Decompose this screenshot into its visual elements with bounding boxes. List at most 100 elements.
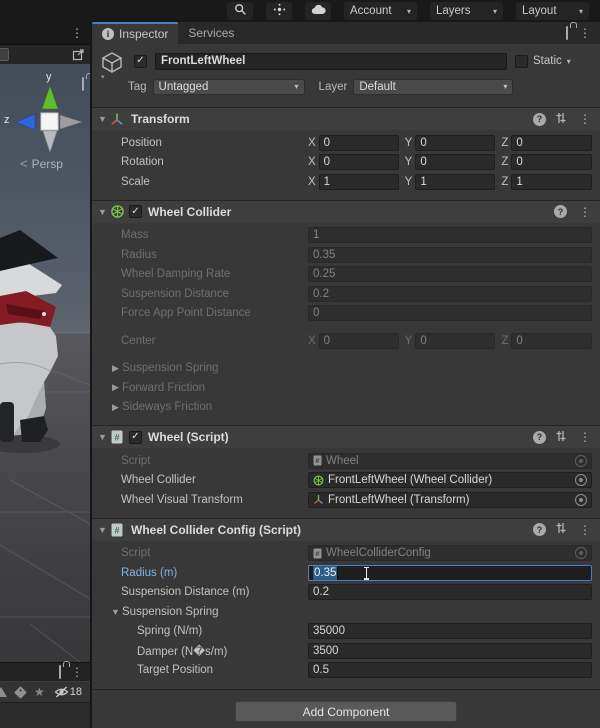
object-picker-icon[interactable] bbox=[575, 474, 587, 487]
tag-dropdown[interactable]: Untagged ▾ bbox=[152, 78, 305, 95]
kebab-menu-icon[interactable]: ⋮ bbox=[68, 666, 86, 678]
help-icon[interactable]: ? bbox=[533, 523, 546, 536]
damper-label: Damper (N�s/m) bbox=[137, 645, 228, 658]
rotation-z-field[interactable]: 0 bbox=[511, 154, 593, 171]
wheel-collider-object-field[interactable]: FrontLeftWheel (Wheel Collider) bbox=[308, 472, 592, 489]
center-z-value: 0 bbox=[516, 334, 523, 347]
kebab-menu-icon[interactable]: ⋮ bbox=[68, 27, 86, 39]
cloud-icon bbox=[311, 4, 326, 18]
persp-label: Persp bbox=[31, 156, 63, 171]
mass-label: Mass bbox=[121, 229, 149, 242]
scale-z-field[interactable]: 1 bbox=[511, 173, 593, 190]
script-object-field: # Wheel bbox=[308, 452, 592, 469]
gameobject-cube-icon[interactable]: ▾ bbox=[100, 50, 126, 81]
script-icon: # bbox=[109, 522, 125, 538]
suspension-distance-value: 0.2 bbox=[313, 287, 329, 300]
position-z-field[interactable]: 0 bbox=[511, 134, 593, 151]
y-axis-label[interactable]: y bbox=[46, 71, 52, 83]
presets-icon[interactable] bbox=[555, 430, 567, 445]
maximize-icon[interactable] bbox=[72, 48, 85, 64]
scene-orientation-gizmo[interactable]: y z bbox=[4, 71, 88, 158]
foldout-open-icon[interactable]: ▼ bbox=[96, 207, 109, 217]
config-suspension-field[interactable]: 0.2 bbox=[308, 584, 592, 601]
spring-field[interactable]: 35000 bbox=[308, 623, 592, 640]
help-icon[interactable]: ? bbox=[533, 112, 546, 126]
chevron-down-icon: ▾ bbox=[492, 6, 497, 16]
help-icon[interactable]: ? bbox=[533, 430, 546, 444]
account-dropdown[interactable]: Account ▾ bbox=[344, 2, 417, 20]
lock-icon[interactable] bbox=[59, 665, 61, 679]
scene-viewport[interactable]: y z < Persp bbox=[0, 64, 90, 662]
target-position-field[interactable]: 0.5 bbox=[308, 662, 592, 679]
help-icon[interactable]: ? bbox=[554, 205, 567, 218]
wheel-collider-header[interactable]: ▼ ✓ Wheel Collider ? ⋮ bbox=[92, 200, 600, 223]
ai-assistant-button[interactable] bbox=[266, 2, 292, 20]
object-picker-icon[interactable] bbox=[575, 493, 587, 506]
search-button[interactable] bbox=[227, 2, 253, 20]
script-icon: # bbox=[313, 455, 322, 466]
inspector-tab-label: Inspector bbox=[119, 27, 169, 41]
rotation-z-value: 0 bbox=[516, 156, 523, 169]
damper-field[interactable]: 3500 bbox=[308, 642, 592, 659]
gameobject-active-checkbox[interactable]: ✓ bbox=[134, 54, 147, 68]
forward-friction-foldout[interactable]: ▶ Forward Friction bbox=[92, 378, 600, 398]
position-x-field[interactable]: 0 bbox=[318, 134, 399, 151]
wheel-collider-icon bbox=[109, 204, 125, 220]
foldout-open-icon[interactable]: ▼ bbox=[96, 525, 109, 535]
damper-value: 3500 bbox=[313, 644, 339, 657]
rotation-y-field[interactable]: 0 bbox=[415, 154, 496, 171]
config-spring-foldout[interactable]: ▼ Suspension Spring bbox=[92, 602, 600, 622]
kebab-menu-icon[interactable]: ⋮ bbox=[576, 524, 594, 536]
rotation-x-field[interactable]: 0 bbox=[318, 154, 399, 171]
layer-dropdown[interactable]: Default ▾ bbox=[353, 78, 514, 95]
wheel-collider-enabled-checkbox[interactable]: ✓ bbox=[129, 205, 142, 218]
center-y-field: 0 bbox=[415, 332, 496, 349]
scale-y-field[interactable]: 1 bbox=[415, 173, 496, 190]
add-component-button[interactable]: Add Component bbox=[235, 701, 457, 722]
kebab-menu-icon[interactable]: ⋮ bbox=[576, 27, 594, 39]
layout-dropdown[interactable]: Layout ▾ bbox=[516, 2, 589, 20]
x-axis-label: X bbox=[308, 156, 316, 169]
gameobject-name-field[interactable]: FrontLeftWheel bbox=[155, 52, 507, 70]
tab-services[interactable]: Services bbox=[178, 22, 244, 44]
kebab-menu-icon[interactable]: ⋮ bbox=[576, 113, 594, 125]
kebab-menu-icon[interactable]: ⋮ bbox=[576, 431, 594, 443]
z-axis-label: Z bbox=[501, 175, 509, 188]
z-axis-label[interactable]: z bbox=[4, 114, 10, 126]
gizmo-lock-icon[interactable] bbox=[82, 77, 84, 91]
wheel-script-header[interactable]: ▼ # ✓ Wheel (Script) ? ⋮ bbox=[92, 426, 600, 448]
tag-icon[interactable] bbox=[14, 685, 27, 699]
x-axis-label: X bbox=[308, 175, 316, 188]
config-script-value: WheelColliderConfig bbox=[326, 547, 431, 560]
tab-inspector[interactable]: i Inspector bbox=[92, 22, 179, 44]
center-row: Center X0 Y0 Z0 bbox=[92, 331, 600, 351]
perspective-toggle[interactable]: < Persp bbox=[20, 156, 63, 171]
static-dropdown-arrow[interactable]: ▾ bbox=[567, 57, 571, 66]
position-z-value: 0 bbox=[516, 136, 523, 149]
foldout-open-icon[interactable]: ▼ bbox=[96, 432, 109, 442]
cone-icon[interactable] bbox=[0, 687, 7, 697]
inspector-tabbar: i Inspector Services ⋮ bbox=[92, 22, 600, 44]
kebab-menu-icon[interactable]: ⋮ bbox=[576, 206, 594, 218]
y-axis-label: Y bbox=[404, 136, 413, 149]
wheel-visual-object-field[interactable]: FrontLeftWheel (Transform) bbox=[308, 491, 592, 508]
static-checkbox[interactable] bbox=[515, 54, 528, 68]
wheel-collider-config-component: ▼ # Wheel Collider Config (Script) ? ⋮ S… bbox=[92, 517, 600, 683]
selected-text: 0.35 bbox=[313, 565, 338, 580]
wheel-collider-config-header[interactable]: ▼ # Wheel Collider Config (Script) ? ⋮ bbox=[92, 518, 600, 541]
foldout-open-icon[interactable]: ▼ bbox=[96, 114, 109, 124]
presets-icon[interactable] bbox=[555, 112, 567, 127]
inspector-lock-icon[interactable] bbox=[566, 26, 568, 40]
config-radius-field[interactable]: 0.35 bbox=[308, 564, 592, 581]
scale-x-field[interactable]: 1 bbox=[318, 173, 399, 190]
star-icon[interactable]: ★ bbox=[34, 686, 45, 698]
wheel-script-enabled-checkbox[interactable]: ✓ bbox=[129, 430, 142, 444]
position-y-field[interactable]: 0 bbox=[415, 134, 496, 151]
presets-icon[interactable] bbox=[555, 522, 567, 537]
transform-header[interactable]: ▼ Transform ? ⋮ bbox=[92, 108, 600, 130]
cloud-button[interactable] bbox=[305, 2, 331, 20]
suspension-spring-foldout[interactable]: ▶ Suspension Spring bbox=[92, 359, 600, 379]
sideways-friction-foldout[interactable]: ▶ Sideways Friction bbox=[92, 398, 600, 418]
scene-visibility-toggle[interactable]: 18 bbox=[54, 686, 82, 698]
layers-dropdown[interactable]: Layers ▾ bbox=[430, 2, 503, 20]
